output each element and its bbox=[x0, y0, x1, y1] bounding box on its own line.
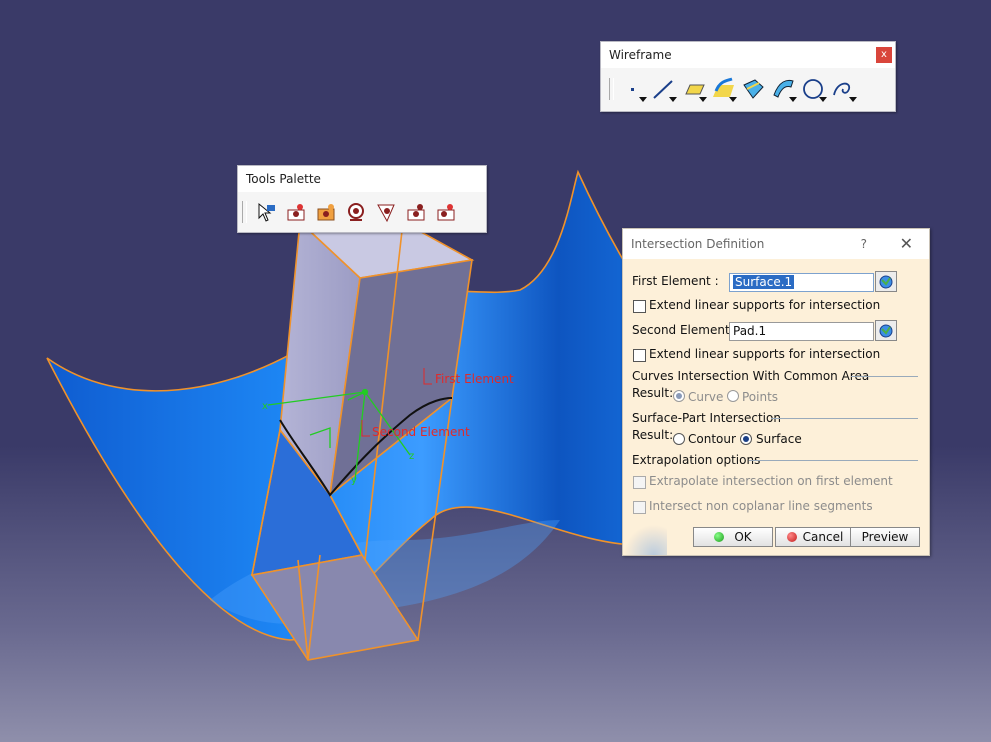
projection-icon[interactable] bbox=[708, 75, 738, 103]
preview-button-label: Preview bbox=[861, 530, 909, 544]
ok-button[interactable]: OK bbox=[693, 527, 773, 547]
globe-icon bbox=[879, 275, 893, 289]
surface-radio[interactable] bbox=[740, 433, 752, 445]
tool-icon-3[interactable] bbox=[311, 198, 341, 226]
dialog-titlebar[interactable]: Intersection Definition ? ✕ bbox=[623, 229, 929, 259]
cancel-button[interactable]: Cancel bbox=[775, 527, 855, 547]
second-element-picker-button[interactable] bbox=[875, 320, 897, 341]
globe-icon bbox=[879, 324, 893, 338]
extend-linear-label-1: Extend linear supports for intersection bbox=[649, 298, 881, 312]
first-element-value: Surface.1 bbox=[733, 275, 795, 289]
tools-palette[interactable]: Tools Palette bbox=[237, 165, 487, 233]
extrapolation-section: Extrapolation options bbox=[632, 453, 761, 467]
extrapolate-first-checkbox[interactable] bbox=[633, 476, 646, 489]
dialog-title: Intersection Definition bbox=[631, 237, 765, 251]
circle-icon[interactable] bbox=[798, 75, 828, 103]
divider bbox=[851, 376, 918, 377]
offset-icon[interactable] bbox=[768, 75, 798, 103]
point-icon[interactable] bbox=[618, 75, 648, 103]
tool-icon-7[interactable] bbox=[431, 198, 461, 226]
spline-icon[interactable] bbox=[828, 75, 858, 103]
extend-linear-checkbox-1[interactable] bbox=[633, 300, 646, 313]
curve-radio-label: Curve bbox=[688, 390, 724, 404]
ok-icon bbox=[714, 532, 725, 542]
label-first-element: First Element bbox=[435, 372, 514, 386]
points-radio[interactable] bbox=[727, 390, 739, 402]
second-element-field[interactable]: Pad.1 bbox=[729, 322, 874, 341]
tool-icon-6[interactable] bbox=[401, 198, 431, 226]
extend-linear-checkbox-2[interactable] bbox=[633, 349, 646, 362]
wireframe-toolbar[interactable]: Wireframe x bbox=[600, 41, 896, 112]
result-label-2: Result: bbox=[632, 428, 674, 442]
points-radio-label: Points bbox=[742, 390, 779, 404]
line-icon[interactable] bbox=[648, 75, 678, 103]
toolbar-grip[interactable] bbox=[242, 201, 247, 223]
axis-z-label: z bbox=[409, 451, 414, 462]
second-element-label: Second Element : bbox=[632, 323, 738, 337]
wireframe-close-button[interactable]: x bbox=[876, 47, 892, 63]
wireframe-toolbar-title: Wireframe bbox=[609, 48, 672, 62]
extrapolate-first-label: Extrapolate intersection on first elemen… bbox=[649, 474, 893, 488]
intersection-icon[interactable] bbox=[738, 75, 768, 103]
cancel-button-label: Cancel bbox=[802, 530, 844, 544]
toolbar-grip[interactable] bbox=[609, 78, 614, 100]
wireframe-toolbar-titlebar[interactable]: Wireframe x bbox=[601, 42, 895, 68]
ok-button-label: OK bbox=[734, 530, 752, 544]
intersection-definition-dialog[interactable]: Intersection Definition ? ✕ First Elemen… bbox=[622, 228, 930, 556]
curves-intersection-section: Curves Intersection With Common Area bbox=[632, 369, 870, 383]
contour-radio-label: Contour bbox=[688, 432, 736, 446]
tool-icon-5[interactable] bbox=[371, 198, 401, 226]
divider bbox=[749, 460, 918, 461]
non-coplanar-checkbox[interactable] bbox=[633, 501, 646, 514]
curve-radio[interactable] bbox=[673, 390, 685, 402]
tool-icon-4[interactable] bbox=[341, 198, 371, 226]
first-element-label: First Element : bbox=[632, 274, 719, 288]
divider bbox=[771, 418, 918, 419]
axis-x-label: x bbox=[262, 401, 268, 412]
help-button[interactable]: ? bbox=[861, 229, 867, 259]
tools-palette-titlebar[interactable]: Tools Palette bbox=[238, 166, 486, 192]
dialog-decoration bbox=[623, 525, 667, 555]
surface-radio-label: Surface bbox=[756, 432, 802, 446]
axis-y-label: y bbox=[351, 475, 357, 486]
preview-button[interactable]: Preview bbox=[850, 527, 920, 547]
contour-radio[interactable] bbox=[673, 433, 685, 445]
first-element-field[interactable]: Surface.1 bbox=[729, 273, 874, 292]
surface-part-section: Surface-Part Intersection bbox=[632, 411, 781, 425]
plane-icon[interactable] bbox=[678, 75, 708, 103]
cancel-icon bbox=[786, 532, 797, 542]
tools-palette-title: Tools Palette bbox=[246, 172, 321, 186]
result-label-1: Result: bbox=[632, 386, 674, 400]
tool-icon-2[interactable] bbox=[281, 198, 311, 226]
extend-linear-label-2: Extend linear supports for intersection bbox=[649, 347, 881, 361]
select-icon[interactable] bbox=[251, 198, 281, 226]
first-element-picker-button[interactable] bbox=[875, 271, 897, 292]
non-coplanar-label: Intersect non coplanar line segments bbox=[649, 499, 873, 513]
dialog-close-button[interactable]: ✕ bbox=[900, 229, 913, 259]
label-second-element: Second Element bbox=[372, 425, 470, 439]
